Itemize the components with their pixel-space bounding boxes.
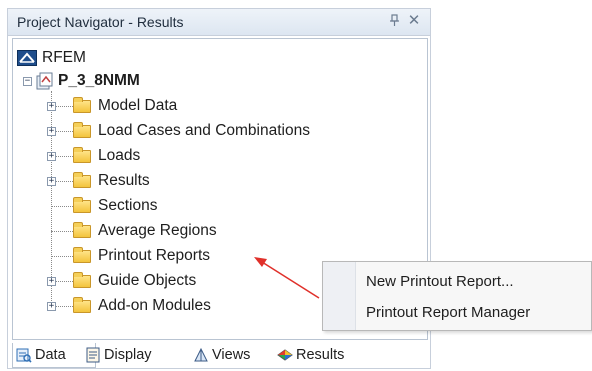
- context-menu: New Printout Report... Printout Report M…: [322, 261, 592, 331]
- context-menu-gutter: [323, 262, 356, 330]
- menu-item-printout-report-manager[interactable]: Printout Report Manager: [366, 304, 530, 321]
- menu-item-new-printout-report[interactable]: New Printout Report...: [366, 273, 514, 290]
